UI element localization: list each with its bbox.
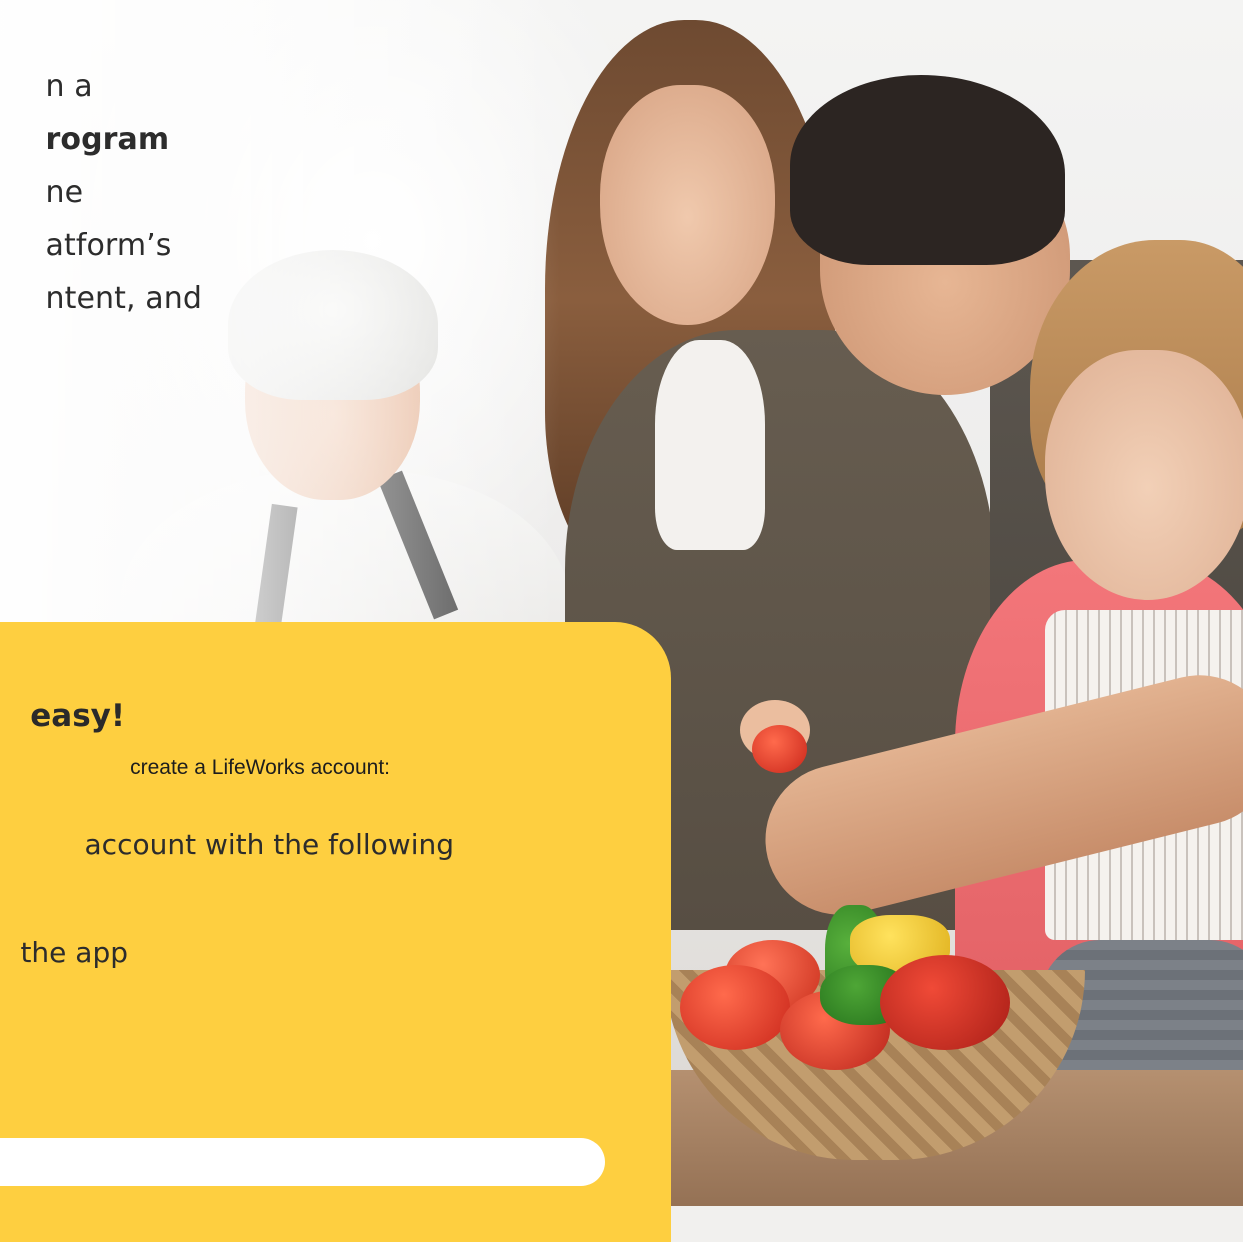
girl-face — [1045, 350, 1243, 600]
man-hair — [790, 75, 1065, 265]
intro-line: atform’s — [45, 228, 172, 263]
card-subtext: create a LifeWorks account: — [130, 756, 390, 779]
tomato — [680, 965, 790, 1050]
tomato — [880, 955, 1010, 1050]
cherry-tomato — [752, 725, 807, 773]
card-step-text: the app — [20, 936, 128, 969]
woman-shirt — [655, 340, 765, 550]
signup-card: easy! create a LifeWorks account: accoun… — [0, 622, 671, 1242]
intro-line-bold: rogram — [45, 122, 170, 157]
card-step-text: account with the following — [84, 828, 454, 861]
card-heading: easy! — [30, 698, 125, 734]
woman-face — [600, 85, 775, 325]
intro-line: n a — [45, 69, 93, 104]
card-input-field[interactable] — [0, 1138, 605, 1186]
intro-line: ntent, and — [45, 281, 202, 316]
intro-line: ne — [45, 175, 84, 210]
intro-paragraph: n a rogram ne atform’s ntent, and — [45, 60, 202, 325]
